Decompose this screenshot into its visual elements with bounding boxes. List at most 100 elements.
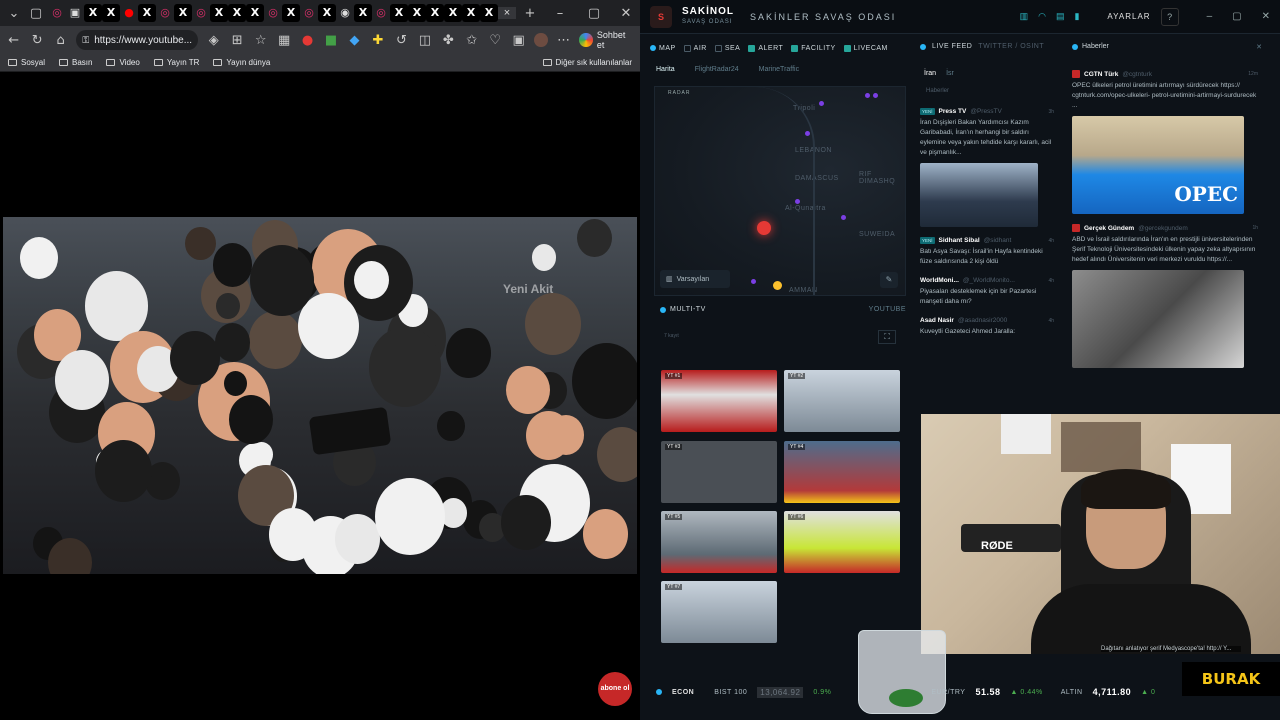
- map-tab[interactable]: Harita: [656, 66, 675, 80]
- filter-alert[interactable]: ALERT: [748, 44, 783, 52]
- reload-icon[interactable]: ↻: [29, 33, 44, 48]
- read-icon[interactable]: ⊞: [230, 33, 245, 48]
- browser-tab[interactable]: X: [138, 4, 156, 22]
- author-handle[interactable]: @sidhant: [984, 237, 1012, 244]
- author-handle[interactable]: @_WorldMonito...: [963, 277, 1015, 284]
- browser-tab[interactable]: X: [174, 4, 192, 22]
- edit-pencil-icon[interactable]: ✎: [880, 272, 898, 288]
- author-handle[interactable]: @asadnasir2000: [958, 317, 1007, 324]
- more-menu-icon[interactable]: ⋯: [556, 33, 571, 48]
- browser-tab[interactable]: X: [462, 4, 480, 22]
- other-bookmarks[interactable]: Diğer sık kullanılanlar: [542, 58, 632, 67]
- preset-button[interactable]: ▥ Varsayılan: [660, 270, 730, 288]
- author-name[interactable]: Asad Nasir: [920, 317, 954, 324]
- browser-tab[interactable]: ◎: [300, 4, 318, 22]
- author-name[interactable]: WorldMoni...: [920, 277, 959, 284]
- copilot-chat-button[interactable]: Sohbet et: [579, 30, 634, 50]
- tab-list-chevron-icon[interactable]: ⌄: [6, 6, 22, 21]
- feed-item[interactable]: YENİ Sidhant Sibal @sidhant 4h Batı Asya Sav…: [920, 237, 1054, 267]
- feed-tab[interactable]: İran: [924, 70, 936, 77]
- bookmark-folder[interactable]: Basın: [59, 58, 92, 67]
- checkbox[interactable]: [683, 44, 691, 52]
- browser-tab[interactable]: X: [84, 4, 102, 22]
- feed-item[interactable]: WorldMoni... @_WorldMonito... 4h Piyasaları…: [920, 277, 1054, 307]
- translate-icon[interactable]: ◈: [206, 33, 221, 48]
- extension-red-icon[interactable]: ●: [300, 33, 315, 48]
- author-name[interactable]: Press TV: [939, 108, 967, 115]
- extensions-icon[interactable]: ✤: [441, 33, 456, 48]
- feed-image[interactable]: [920, 163, 1038, 227]
- browser-tab[interactable]: X: [426, 4, 444, 22]
- tv-stream-tile[interactable]: YT #7: [661, 581, 777, 643]
- bookmark-folder[interactable]: Video: [106, 58, 140, 67]
- map-icon[interactable]: ▥: [1020, 11, 1029, 22]
- favorite-star-icon[interactable]: ☆: [253, 33, 268, 48]
- tv-stream-tile[interactable]: YT #5: [661, 511, 777, 573]
- signal-icon[interactable]: ▮: [1074, 11, 1079, 22]
- subscribe-watermark[interactable]: abone ol: [598, 672, 632, 706]
- tv-stream-tile[interactable]: YT #1: [661, 370, 777, 432]
- favorites-icon[interactable]: ✩: [464, 33, 479, 48]
- news-image[interactable]: OPEC: [1072, 116, 1244, 214]
- filter-sea[interactable]: SEA: [714, 44, 741, 52]
- news-item[interactable]: Gerçek Gündem @gercekgundem 1h ABD ve İsrai…: [1072, 224, 1258, 368]
- feed-item[interactable]: YENİ Press TV @PressTV 3h İran Dışişleri Bak…: [920, 108, 1054, 227]
- browser-tab[interactable]: X: [390, 4, 408, 22]
- profile-avatar-icon[interactable]: [534, 33, 548, 47]
- checkbox[interactable]: [748, 44, 756, 52]
- collections-icon[interactable]: ♡: [487, 33, 502, 48]
- site-info-icon[interactable]: ⚿: [82, 35, 89, 46]
- feed-item[interactable]: Asad Nasir @asadnasir2000 4h Kuveytli Gazet…: [920, 317, 1054, 337]
- close-window-icon[interactable]: ✕: [1262, 11, 1270, 22]
- map-event-marker[interactable]: [873, 93, 878, 98]
- youtube-video-player[interactable]: Yeni Akit: [3, 217, 637, 574]
- rss-icon[interactable]: ◠: [1038, 11, 1046, 22]
- browser-tab[interactable]: ◎: [192, 4, 210, 22]
- author-handle[interactable]: @PressTV: [970, 108, 1002, 115]
- news-item[interactable]: CGTN Türk @cgtnturk 12m OPEC ülkeleri petro…: [1072, 70, 1258, 214]
- settings-button[interactable]: AYARLAR: [1107, 12, 1150, 21]
- browser-tab[interactable]: ◎: [48, 4, 66, 22]
- browser-tab[interactable]: X: [408, 4, 426, 22]
- screenshot-icon[interactable]: ▣: [511, 33, 526, 48]
- checkbox[interactable]: [714, 44, 722, 52]
- source-name[interactable]: Gerçek Gündem: [1084, 225, 1134, 232]
- source-name[interactable]: CGTN Türk: [1084, 71, 1118, 78]
- tv-stream-tile[interactable]: YT #2: [784, 370, 900, 432]
- refresh-extension-icon[interactable]: ↺: [394, 33, 409, 48]
- browser-tab[interactable]: X: [282, 4, 300, 22]
- author-name[interactable]: Sidhant Sibal: [939, 237, 980, 244]
- source-handle[interactable]: @cgtnturk: [1122, 71, 1152, 78]
- browser-tab[interactable]: ●: [120, 4, 138, 22]
- source-handle[interactable]: @gercekgundem: [1138, 225, 1188, 232]
- browser-tab[interactable]: X: [228, 4, 246, 22]
- filter-map[interactable]: MAP: [650, 45, 676, 52]
- browser-tab[interactable]: X: [102, 4, 120, 22]
- tv-stream-tile[interactable]: YT #4: [784, 441, 900, 503]
- browser-tab[interactable]: X: [480, 4, 498, 22]
- browser-tab[interactable]: X: [318, 4, 336, 22]
- news-image[interactable]: [1072, 270, 1244, 368]
- workspaces-icon[interactable]: ▢: [28, 6, 44, 21]
- browser-tab[interactable]: ▣: [66, 4, 84, 22]
- checkbox[interactable]: [843, 44, 851, 52]
- expand-icon[interactable]: ⛶: [878, 330, 896, 344]
- tv-stream-tile[interactable]: YT #6: [784, 511, 900, 573]
- map-event-marker[interactable]: [865, 93, 870, 98]
- map-event-marker[interactable]: [819, 101, 824, 106]
- minimize-icon[interactable]: –: [1207, 11, 1213, 22]
- map-tab[interactable]: MarineTraffic: [759, 66, 799, 80]
- extension-green-icon[interactable]: ■: [323, 33, 338, 48]
- new-tab-button[interactable]: +: [522, 6, 538, 21]
- browser-tab[interactable]: X: [444, 4, 462, 22]
- home-icon[interactable]: ⌂: [53, 33, 68, 48]
- browser-tab[interactable]: X: [246, 4, 264, 22]
- close-window-icon[interactable]: ✕: [618, 6, 634, 21]
- maximize-icon[interactable]: ▢: [1232, 11, 1241, 22]
- bookmark-folder[interactable]: Yayın TR: [153, 58, 199, 67]
- map-tab[interactable]: FlightRadar24: [695, 66, 739, 80]
- browser-tab[interactable]: ◎: [264, 4, 282, 22]
- feed-tab[interactable]: İsr: [946, 70, 954, 77]
- checkbox[interactable]: [791, 44, 799, 52]
- help-button[interactable]: ?: [1160, 7, 1179, 26]
